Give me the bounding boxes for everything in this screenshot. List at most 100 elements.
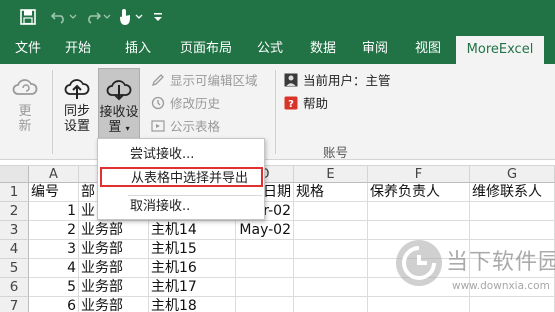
menu-item-try-receive[interactable]: 尝试接收... bbox=[99, 145, 263, 165]
receive-settings-button[interactable]: 接收设置 ▾ bbox=[98, 68, 140, 140]
save-icon[interactable] bbox=[18, 7, 38, 27]
sync-settings-label: 同步 设置 bbox=[63, 104, 90, 134]
tab-page-layout[interactable]: 页面布局 bbox=[175, 34, 237, 64]
menu-item-cancel-receive[interactable]: 取消接收.. bbox=[99, 197, 263, 217]
table-cell[interactable]: 3 bbox=[29, 240, 79, 259]
table-cell[interactable]: 业务部 bbox=[79, 240, 149, 259]
table-cell[interactable]: 主机17 bbox=[149, 278, 236, 297]
history-icon bbox=[150, 95, 166, 111]
modify-history-label: 修改历史 bbox=[170, 96, 221, 111]
ribbon-divider bbox=[275, 70, 276, 154]
help-icon: ? bbox=[283, 95, 299, 111]
table-cell[interactable]: 2 bbox=[29, 221, 79, 240]
help-label: 帮助 bbox=[303, 96, 329, 111]
table-cell[interactable]: 4 bbox=[29, 259, 79, 278]
table-cell[interactable]: 主机18 bbox=[149, 297, 236, 312]
table-cell[interactable] bbox=[294, 202, 368, 221]
table-cell[interactable] bbox=[236, 240, 294, 259]
tab-home[interactable]: 开始 bbox=[58, 34, 98, 64]
row-header[interactable]: 3 bbox=[0, 221, 29, 240]
column-header-a[interactable]: A bbox=[29, 166, 79, 183]
undo-icon[interactable] bbox=[50, 7, 68, 27]
table-cell[interactable] bbox=[236, 297, 294, 312]
touch-mode-icon[interactable] bbox=[116, 7, 134, 27]
select-all-corner[interactable] bbox=[0, 166, 29, 183]
table-cell[interactable] bbox=[294, 297, 368, 312]
menu-divider bbox=[128, 195, 262, 196]
table-cell[interactable]: 编号 bbox=[29, 183, 79, 202]
table-cell[interactable] bbox=[368, 221, 470, 240]
ribbon-tabs: 文件 开始 插入 页面布局 公式 数据 审阅 视图 MoreExcel bbox=[0, 34, 555, 64]
publish-icon bbox=[150, 118, 166, 134]
table-cell[interactable]: 保养负责人 bbox=[368, 183, 470, 202]
watermark-logo-icon bbox=[396, 240, 442, 286]
table-cell[interactable] bbox=[294, 278, 368, 297]
help-button[interactable]: ? 帮助 bbox=[283, 93, 328, 112]
current-user-label: 当前用户：主管 bbox=[303, 73, 391, 88]
pencil-icon bbox=[150, 72, 166, 88]
current-user-display[interactable]: 当前用户：主管 bbox=[283, 70, 391, 89]
table-cell[interactable] bbox=[294, 240, 368, 259]
modify-history-button[interactable]: 修改历史 bbox=[150, 93, 220, 112]
excel-window: 文件 开始 插入 页面布局 公式 数据 审阅 视图 MoreExcel 更新 同… bbox=[0, 0, 555, 312]
row-header[interactable]: 2 bbox=[0, 202, 29, 221]
row-header[interactable]: 1 bbox=[0, 183, 29, 202]
tab-file[interactable]: 文件 bbox=[8, 34, 48, 64]
customize-toolbar-icon[interactable] bbox=[152, 7, 164, 27]
table-cell[interactable]: 主机16 bbox=[149, 259, 236, 278]
tab-view[interactable]: 视图 bbox=[408, 34, 448, 64]
redo-dropdown-icon[interactable] bbox=[102, 7, 112, 27]
column-header-e[interactable]: E bbox=[294, 166, 368, 183]
table-cell[interactable]: 6 bbox=[29, 297, 79, 312]
public-table-button[interactable]: 公示表格 bbox=[150, 116, 220, 135]
show-editable-area-label: 显示可编辑区域 bbox=[170, 73, 258, 88]
cloud-upload-icon bbox=[62, 72, 92, 102]
table-cell[interactable] bbox=[470, 202, 555, 221]
ribbon-divider bbox=[52, 70, 53, 154]
row-header[interactable]: 4 bbox=[0, 240, 29, 259]
table-cell[interactable]: 业务部 bbox=[79, 259, 149, 278]
show-editable-area-button[interactable]: 显示可编辑区域 bbox=[150, 70, 258, 89]
watermark: 当下软件园 www.downxia.com bbox=[396, 240, 555, 312]
table-cell[interactable]: 业务部 bbox=[79, 278, 149, 297]
table-cell[interactable]: 业务部 bbox=[79, 221, 149, 240]
cloud-refresh-icon bbox=[10, 72, 40, 102]
row-header[interactable]: 5 bbox=[0, 259, 29, 278]
watermark-text: 当下软件园 bbox=[446, 250, 555, 275]
column-header-f[interactable]: F bbox=[368, 166, 470, 183]
tab-moreexcel[interactable]: MoreExcel bbox=[456, 36, 544, 64]
table-cell[interactable] bbox=[294, 221, 368, 240]
table-cell[interactable]: 规格 bbox=[294, 183, 368, 202]
quick-access-toolbar bbox=[0, 0, 555, 34]
undo-dropdown-icon[interactable] bbox=[68, 7, 78, 27]
table-cell[interactable] bbox=[368, 202, 470, 221]
table-cell[interactable]: 5 bbox=[29, 278, 79, 297]
tab-data[interactable]: 数据 bbox=[303, 34, 343, 64]
table-cell[interactable]: 维修联系人 bbox=[470, 183, 555, 202]
table-cell[interactable] bbox=[294, 259, 368, 278]
cloud-download-icon bbox=[104, 73, 134, 103]
sync-settings-button[interactable]: 同步 设置 bbox=[58, 68, 96, 140]
table-cell[interactable]: 主机15 bbox=[149, 240, 236, 259]
ribbon: 更新 同步 设置 接收设置 ▾ 显示可编辑区域 修改历史 公示表格 当前用户：主… bbox=[0, 64, 555, 160]
table-cell[interactable] bbox=[236, 259, 294, 278]
table-cell[interactable] bbox=[236, 278, 294, 297]
table-cell[interactable]: 1 bbox=[29, 202, 79, 221]
update-button[interactable]: 更新 bbox=[6, 68, 44, 140]
redo-icon[interactable] bbox=[84, 7, 102, 27]
table-cell[interactable]: May-02 bbox=[236, 221, 294, 240]
table-cell[interactable] bbox=[470, 221, 555, 240]
table-cell[interactable]: 主机14 bbox=[149, 221, 236, 240]
table-cell[interactable]: 业务部 bbox=[79, 297, 149, 312]
column-header-g[interactable]: G bbox=[470, 166, 555, 183]
touch-mode-dropdown-icon[interactable] bbox=[134, 7, 144, 27]
menu-item-select-and-export[interactable]: 从表格中选择并导出 bbox=[100, 167, 263, 187]
tab-insert[interactable]: 插入 bbox=[118, 34, 158, 64]
watermark-url: www.downxia.com bbox=[452, 280, 550, 292]
row-header[interactable]: 6 bbox=[0, 278, 29, 297]
tab-formulas[interactable]: 公式 bbox=[250, 34, 290, 64]
public-table-label: 公示表格 bbox=[170, 119, 221, 134]
tab-review[interactable]: 审阅 bbox=[355, 34, 395, 64]
row-header[interactable]: 7 bbox=[0, 297, 29, 312]
receive-settings-menu: 尝试接收... 从表格中选择并导出 取消接收.. bbox=[97, 138, 265, 220]
